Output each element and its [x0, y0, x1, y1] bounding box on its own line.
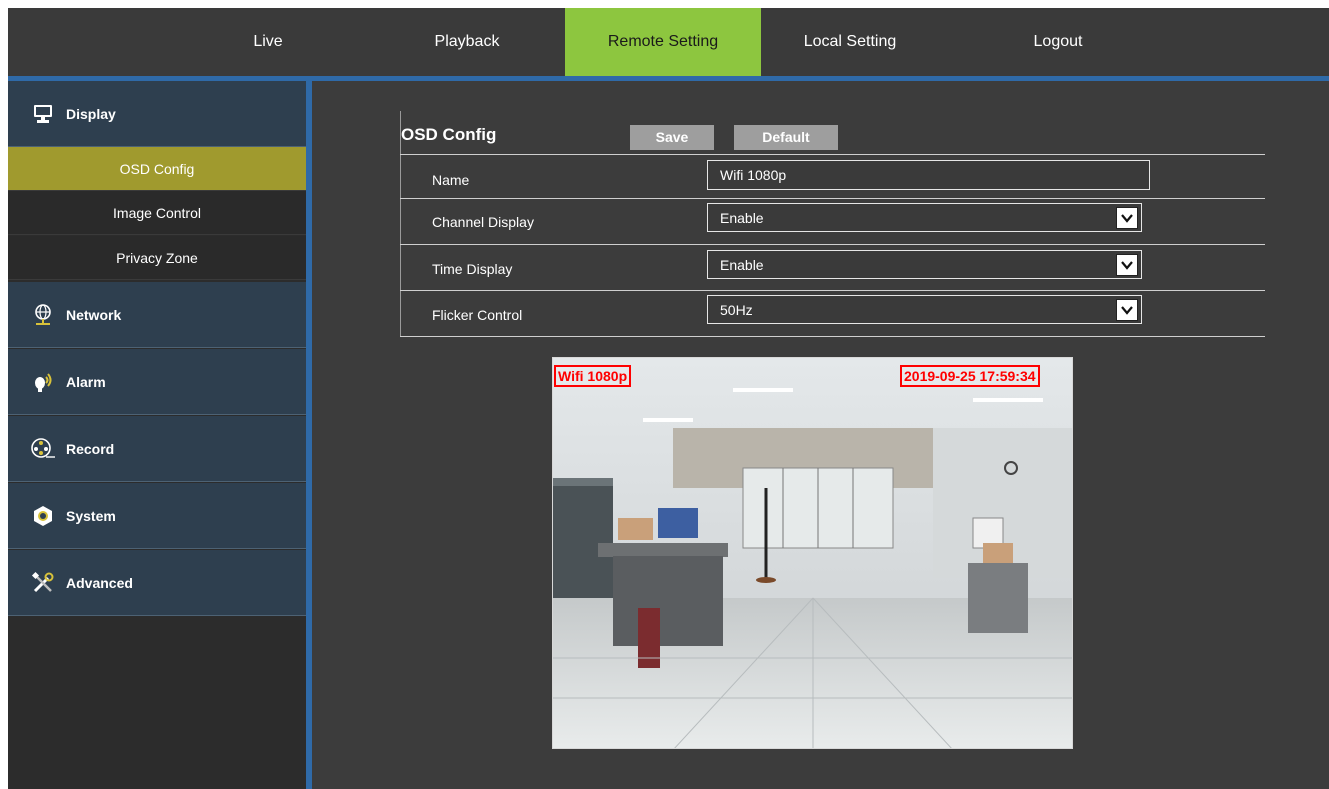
sidebar-section-system[interactable]: System: [8, 483, 306, 549]
time-display-label: Time Display: [432, 261, 513, 277]
top-nav: Live Playback Remote Setting Local Setti…: [8, 8, 1329, 76]
row-divider: [400, 154, 1265, 155]
film-reel-icon: [30, 436, 56, 462]
globe-network-icon: [30, 302, 56, 328]
row-divider: [400, 198, 1265, 199]
sidebar: Display OSD Config Image Control Privacy…: [8, 81, 306, 789]
timestamp-overlay[interactable]: 2019-09-25 17:59:34: [900, 365, 1040, 387]
channel-display-select[interactable]: Enable: [707, 203, 1142, 232]
main-content: OSD Config Save Default Name Wifi 1080p …: [312, 81, 1329, 789]
sidebar-section-label: Display: [66, 105, 116, 122]
flicker-control-label: Flicker Control: [432, 307, 523, 323]
name-input[interactable]: Wifi 1080p: [707, 160, 1150, 190]
monitor-icon: [30, 101, 56, 127]
chevron-down-icon[interactable]: [1116, 207, 1138, 229]
default-button[interactable]: Default: [734, 125, 838, 150]
row-divider: [400, 244, 1265, 245]
sidebar-section-record[interactable]: Record: [8, 416, 306, 482]
sidebar-item-privacy-zone[interactable]: Privacy Zone: [8, 236, 306, 280]
camera-preview[interactable]: Wifi 1080p 2019-09-25 17:59:34: [552, 357, 1073, 749]
sidebar-section-display[interactable]: Display: [8, 81, 306, 147]
time-display-value: Enable: [720, 257, 764, 273]
chevron-down-icon[interactable]: [1116, 299, 1138, 321]
channel-display-value: Enable: [720, 210, 764, 226]
nav-logout[interactable]: Logout: [998, 8, 1118, 76]
channel-display-label: Channel Display: [432, 214, 534, 230]
sidebar-section-label: Network: [66, 306, 122, 323]
camera-scene: [553, 358, 1072, 748]
sidebar-section-advanced[interactable]: Advanced: [8, 550, 306, 616]
page-title: OSD Config: [401, 125, 497, 144]
sidebar-item-osd-config[interactable]: OSD Config: [8, 147, 306, 191]
row-divider: [400, 290, 1265, 291]
nav-remote-setting[interactable]: Remote Setting: [565, 8, 761, 76]
flicker-control-value: 50Hz: [720, 302, 753, 318]
name-label: Name: [432, 172, 470, 188]
save-button[interactable]: Save: [630, 125, 714, 150]
sidebar-section-label: Advanced: [66, 574, 133, 591]
channel-name-overlay[interactable]: Wifi 1080p: [554, 365, 632, 387]
sidebar-section-alarm[interactable]: Alarm: [8, 349, 306, 415]
time-display-select[interactable]: Enable: [707, 250, 1142, 279]
nav-local-setting[interactable]: Local Setting: [790, 8, 910, 76]
nav-playback[interactable]: Playback: [407, 8, 527, 76]
sidebar-section-label: Alarm: [66, 373, 106, 390]
sidebar-section-label: System: [66, 507, 116, 524]
row-divider: [400, 336, 1265, 337]
tools-icon: [30, 570, 56, 596]
app-frame: Live Playback Remote Setting Local Setti…: [8, 8, 1329, 789]
sidebar-item-image-control[interactable]: Image Control: [8, 191, 306, 235]
sidebar-section-label: Record: [66, 440, 115, 457]
nav-live[interactable]: Live: [208, 8, 328, 76]
sidebar-section-network[interactable]: Network: [8, 282, 306, 348]
hex-nut-icon: [30, 503, 56, 529]
flicker-control-select[interactable]: 50Hz: [707, 295, 1142, 324]
chevron-down-icon[interactable]: [1116, 254, 1138, 276]
alarm-signal-icon: [30, 369, 56, 395]
